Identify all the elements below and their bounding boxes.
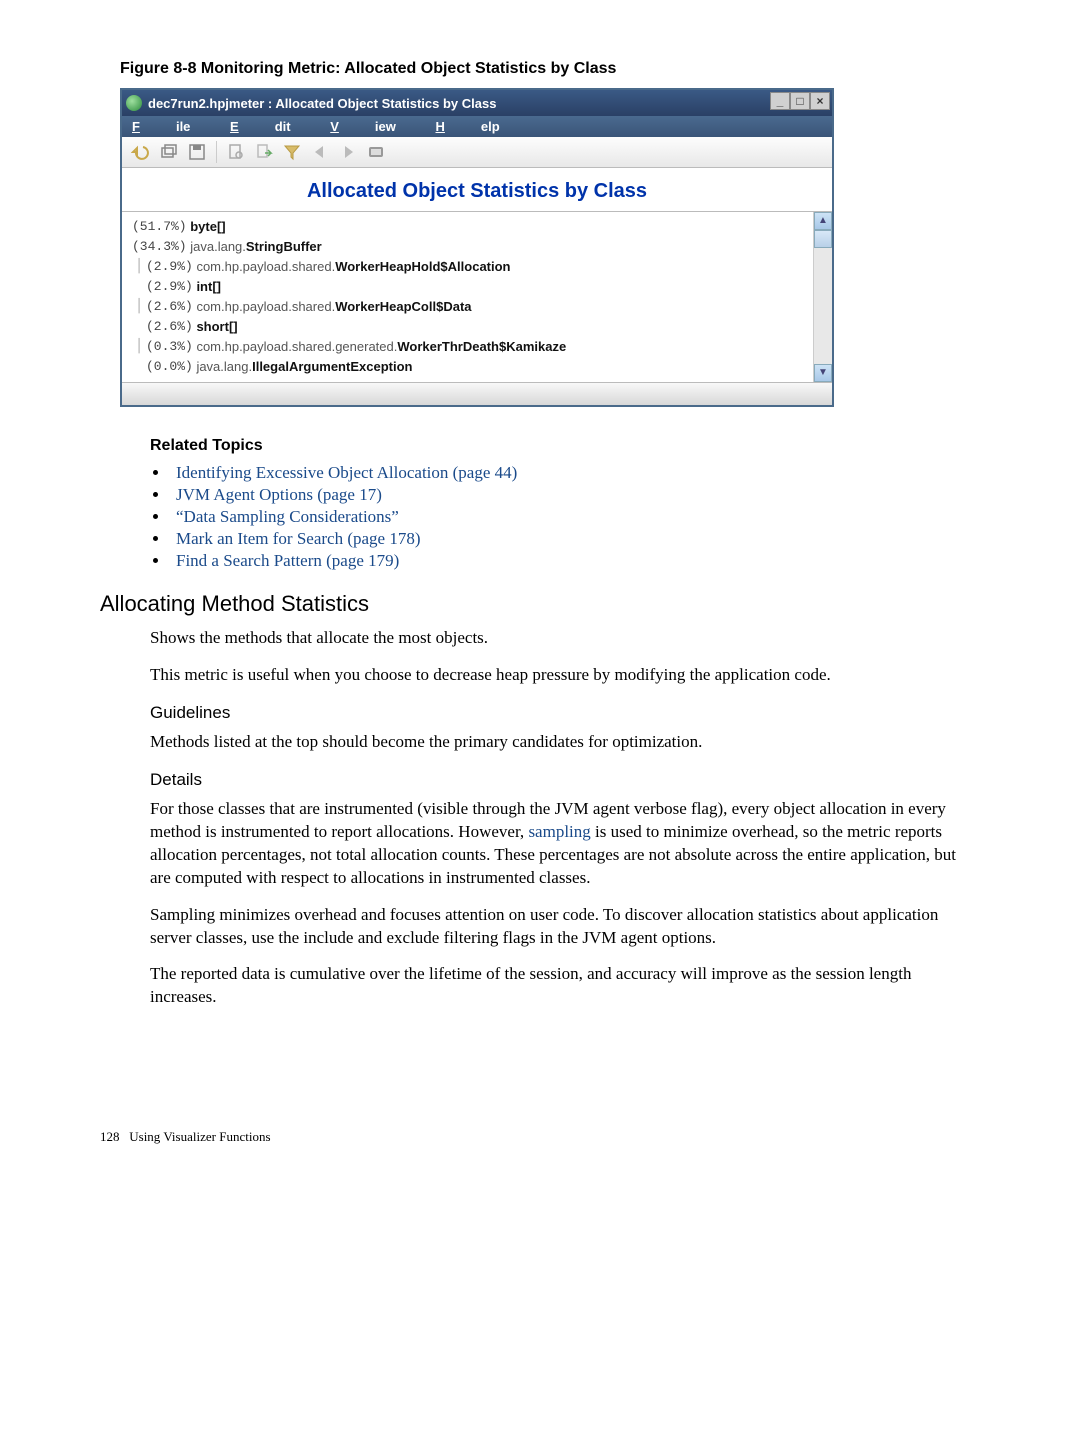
page-footer: 128 Using Visualizer Functions: [100, 1129, 980, 1145]
window-controls: _ □ ×: [770, 92, 830, 110]
pct-label: (51.7%): [132, 219, 187, 234]
package-name: com.hp.payload.shared.: [196, 259, 335, 274]
class-name: WorkerThrDeath$Kamikaze: [397, 339, 566, 354]
body-text: This metric is useful when you choose to…: [150, 664, 980, 687]
inline-link[interactable]: sampling: [528, 822, 590, 841]
tree-line-icon: [132, 279, 146, 294]
scroll-down-icon[interactable]: ▼: [814, 364, 832, 382]
class-name: WorkerHeapHold$Allocation: [335, 259, 510, 274]
toolbar: [122, 137, 832, 168]
list-item: Mark an Item for Search (page 178): [170, 529, 980, 549]
pct-label: (2.9%): [146, 259, 193, 274]
footer-text: Using Visualizer Functions: [129, 1129, 270, 1144]
list-item[interactable]: (2.9%) int[]: [132, 276, 832, 296]
related-link[interactable]: JVM Agent Options (page 17): [176, 485, 382, 504]
vertical-scrollbar[interactable]: ▲ ▼: [813, 212, 832, 382]
tree-line-icon: │: [132, 299, 146, 314]
section-heading: Allocating Method Statistics: [100, 591, 980, 617]
class-name: byte[]: [190, 219, 225, 234]
related-link[interactable]: Mark an Item for Search (page 178): [176, 529, 421, 548]
figure-caption: Figure 8-8 Monitoring Metric: Allocated …: [120, 60, 980, 78]
body-text: The reported data is cumulative over the…: [150, 963, 980, 1009]
search-doc-icon[interactable]: [225, 141, 247, 163]
menu-bar: File Edit View Help: [122, 116, 832, 137]
body-text: Sampling minimizes overhead and focuses …: [150, 904, 980, 950]
body-text: For those classes that are instrumented …: [150, 798, 980, 890]
subsection-heading: Details: [150, 770, 980, 790]
menu-edit[interactable]: Edit: [230, 119, 291, 134]
list-item: “Data Sampling Considerations”: [170, 507, 980, 527]
list-item[interactable]: (51.7%) byte[]: [132, 216, 832, 236]
window-status-bar: [122, 382, 832, 405]
list-item: Find a Search Pattern (page 179): [170, 551, 980, 571]
restore-button[interactable]: □: [790, 92, 810, 110]
related-topics-heading: Related Topics: [150, 437, 980, 455]
toolbar-separator: [216, 141, 217, 163]
list-item[interactable]: │ (2.6%) com.hp.payload.shared.WorkerHea…: [132, 296, 832, 316]
pct-label: (0.3%): [146, 339, 193, 354]
page-number: 128: [100, 1129, 120, 1144]
forward-arrow-icon[interactable]: [337, 141, 359, 163]
pct-label: (2.6%): [146, 319, 193, 334]
class-name: WorkerHeapColl$Data: [335, 299, 471, 314]
related-link[interactable]: “Data Sampling Considerations”: [176, 507, 399, 526]
menu-help[interactable]: Help: [436, 119, 500, 134]
scroll-up-icon[interactable]: ▲: [814, 212, 832, 230]
back-arrow-icon[interactable]: [309, 141, 331, 163]
class-name: int[]: [196, 279, 221, 294]
list-item: JVM Agent Options (page 17): [170, 485, 980, 505]
list-item[interactable]: (0.0%) java.lang.IllegalArgumentExceptio…: [132, 356, 832, 376]
menu-view[interactable]: View: [330, 119, 396, 134]
window-title: dec7run2.hpjmeter : Allocated Object Sta…: [148, 96, 496, 111]
minimize-button[interactable]: _: [770, 92, 790, 110]
tree-line-icon: │: [132, 339, 146, 354]
app-icon: [126, 95, 142, 111]
body-text: Methods listed at the top should become …: [150, 731, 980, 754]
pct-label: (2.6%): [146, 299, 193, 314]
save-icon[interactable]: [186, 141, 208, 163]
list-area: ▲ ▼ (51.7%) byte[] (34.3%) java.lang.Str…: [122, 211, 832, 382]
content-title: Allocated Object Statistics by Class: [307, 180, 647, 202]
list-item[interactable]: │ (2.9%) com.hp.payload.shared.WorkerHea…: [132, 256, 832, 276]
list-item[interactable]: (34.3%) java.lang.StringBuffer: [132, 236, 832, 256]
scroll-thumb[interactable]: [814, 230, 832, 248]
related-topics-list: Identifying Excessive Object Allocation …: [170, 463, 980, 571]
class-name: short[]: [196, 319, 237, 334]
page-go-icon[interactable]: [253, 141, 275, 163]
content-header: Allocated Object Statistics by Class: [122, 168, 832, 211]
tree-line-icon: [132, 359, 146, 374]
console-icon[interactable]: [365, 141, 387, 163]
class-name: StringBuffer: [246, 239, 322, 254]
title-bar: dec7run2.hpjmeter : Allocated Object Sta…: [122, 90, 832, 116]
filter-icon[interactable]: [281, 141, 303, 163]
related-link[interactable]: Identifying Excessive Object Allocation …: [176, 463, 517, 482]
tree-line-icon: [132, 319, 146, 334]
package-name: java.lang.: [190, 239, 246, 254]
package-name: com.hp.payload.shared.generated.: [196, 339, 397, 354]
tree-line-icon: │: [132, 259, 146, 274]
menu-file[interactable]: File: [132, 119, 190, 134]
class-name: IllegalArgumentException: [252, 359, 412, 374]
body-text: Shows the methods that allocate the most…: [150, 627, 980, 650]
app-window: dec7run2.hpjmeter : Allocated Object Sta…: [120, 88, 834, 407]
undo-icon[interactable]: [130, 141, 152, 163]
package-name: com.hp.payload.shared.: [196, 299, 335, 314]
close-button[interactable]: ×: [810, 92, 830, 110]
list-item: Identifying Excessive Object Allocation …: [170, 463, 980, 483]
list-item[interactable]: │ (0.3%) com.hp.payload.shared.generated…: [132, 336, 832, 356]
subsection-heading: Guidelines: [150, 703, 980, 723]
pct-label: (34.3%): [132, 239, 187, 254]
pct-label: (0.0%): [146, 359, 193, 374]
related-link[interactable]: Find a Search Pattern (page 179): [176, 551, 399, 570]
list-item[interactable]: (2.6%) short[]: [132, 316, 832, 336]
package-name: java.lang.: [196, 359, 252, 374]
pct-label: (2.9%): [146, 279, 193, 294]
window-stack-icon[interactable]: [158, 141, 180, 163]
